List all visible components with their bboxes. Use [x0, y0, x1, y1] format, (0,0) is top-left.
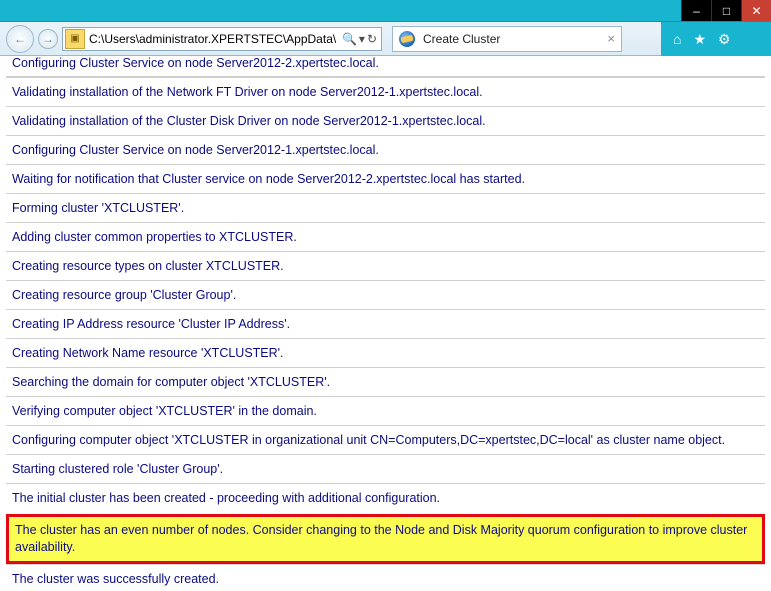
tab-title: Create Cluster [423, 32, 599, 46]
folder-icon: ▣ [65, 29, 85, 49]
log-line: Configuring computer object 'XTCLUSTER i… [6, 425, 765, 454]
window-close-button[interactable]: ✕ [741, 0, 771, 21]
address-tools: 🔍 ▾ ↻ [338, 32, 381, 46]
warning-message: The cluster has an even number of nodes.… [6, 514, 765, 564]
nav-forward-button[interactable]: → [38, 29, 58, 49]
tab-close-button[interactable]: × [607, 31, 615, 46]
refresh-icon[interactable]: ↻ [367, 32, 377, 46]
browser-toolbar: ← → ▣ 🔍 ▾ ↻ Create Cluster × [0, 22, 771, 56]
window-minimize-button[interactable]: – [681, 0, 711, 21]
favorites-icon[interactable]: ★ [693, 31, 706, 48]
log-line: The cluster was successfully created. [6, 564, 765, 591]
window-titlebar: – □ ✕ [0, 0, 771, 22]
log-line: Creating resource types on cluster XTCLU… [6, 251, 765, 280]
address-input[interactable] [87, 29, 338, 49]
address-bar[interactable]: ▣ 🔍 ▾ ↻ [62, 27, 382, 51]
command-bar: ⌂ ★ ⚙ [661, 22, 771, 56]
log-line: Validating installation of the Network F… [6, 77, 765, 106]
log-line: Verifying computer object 'XTCLUSTER' in… [6, 396, 765, 425]
report-content: Configuring Cluster Service on node Serv… [0, 56, 771, 591]
dropdown-icon[interactable]: ▾ [359, 32, 365, 46]
log-line: Adding cluster common properties to XTCL… [6, 222, 765, 251]
nav-back-button[interactable]: ← [6, 25, 34, 53]
tools-icon[interactable]: ⚙ [718, 31, 731, 48]
log-line: Creating Network Name resource 'XTCLUSTE… [6, 338, 765, 367]
window-maximize-button[interactable]: □ [711, 0, 741, 21]
browser-tab[interactable]: Create Cluster × [392, 26, 622, 52]
log-line: Validating installation of the Cluster D… [6, 106, 765, 135]
log-line: Configuring Cluster Service on node Serv… [6, 135, 765, 164]
log-line: Creating resource group 'Cluster Group'. [6, 280, 765, 309]
log-line: Waiting for notification that Cluster se… [6, 164, 765, 193]
ie-icon [399, 31, 415, 47]
search-icon[interactable]: 🔍 [342, 32, 357, 46]
log-line: Configuring Cluster Service on node Serv… [6, 56, 765, 77]
log-line: Creating IP Address resource 'Cluster IP… [6, 309, 765, 338]
log-line: Starting clustered role 'Cluster Group'. [6, 454, 765, 483]
log-line: Searching the domain for computer object… [6, 367, 765, 396]
log-line: Forming cluster 'XTCLUSTER'. [6, 193, 765, 222]
home-icon[interactable]: ⌂ [673, 31, 681, 47]
log-line: The initial cluster has been created - p… [6, 483, 765, 512]
